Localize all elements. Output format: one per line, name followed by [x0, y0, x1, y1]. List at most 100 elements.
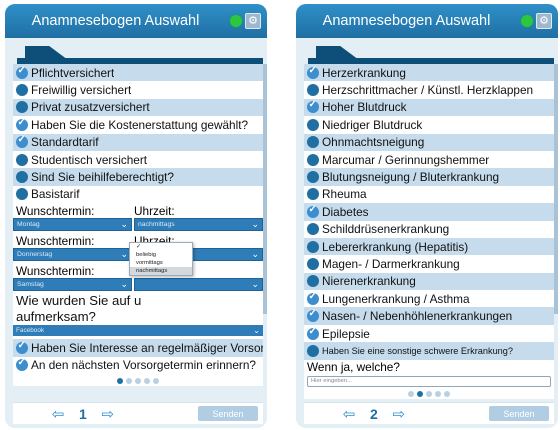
radio-icon[interactable]: [307, 188, 319, 201]
radio-icon[interactable]: [307, 275, 319, 288]
option-label: Privat zusatzversichert: [31, 100, 150, 115]
day-select[interactable]: Montag ⌄: [13, 218, 132, 232]
checkbox-option[interactable]: Freiwillig versichert: [13, 81, 263, 98]
checkbox-option[interactable]: Epilepsie: [304, 325, 554, 342]
option-label: Epilepsie: [322, 326, 370, 341]
wunschtermin-label: Wunschtermin:: [16, 204, 95, 219]
prev-arrow-icon[interactable]: ⇦: [47, 406, 69, 423]
checked-radio-icon[interactable]: [307, 308, 319, 323]
referral-source-select[interactable]: Facebook ⌄: [13, 325, 263, 337]
radio-icon[interactable]: [307, 118, 319, 131]
checked-radio-icon[interactable]: [307, 99, 319, 114]
checkbox-option[interactable]: Studentisch versichert: [13, 151, 263, 168]
nav-footer: ⇦ 1 ⇨ Senden: [13, 402, 263, 424]
option-label: Pflichtversichert: [31, 65, 115, 80]
option-label: Rheuma: [322, 187, 367, 202]
app-header: Anamnesebogen Auswahl ⚙: [296, 4, 558, 38]
wunschtermin-label: Wunschtermin:: [16, 264, 95, 279]
radio-icon[interactable]: [16, 188, 28, 201]
tab-band: [5, 38, 267, 64]
scrollbar[interactable]: [263, 64, 267, 314]
checkbox-option[interactable]: Schilddrüsenerkrankung: [304, 221, 554, 238]
radio-icon[interactable]: [307, 344, 319, 357]
checkbox-option[interactable]: Herzerkrankung: [304, 64, 554, 82]
checkbox-option[interactable]: Marcumar / Gerinnungshemmer: [304, 151, 554, 168]
checkbox-option[interactable]: Hoher Blutdruck: [304, 98, 554, 117]
app-title: Anamnesebogen Auswahl: [322, 13, 491, 29]
send-button[interactable]: Senden: [198, 406, 258, 421]
uhrzeit-label: Uhrzeit:: [134, 204, 175, 219]
radio-icon[interactable]: [307, 257, 319, 270]
status-dot-icon: [521, 15, 533, 27]
checkbox-option[interactable]: Herzschrittmacher / Künstl. Herzklappen: [304, 81, 554, 98]
radio-icon[interactable]: [16, 101, 28, 114]
dropdown-option[interactable]: beliebig: [130, 251, 192, 259]
day-select[interactable]: Donnerstag ⌄: [13, 248, 132, 262]
option-label: Freiwillig versichert: [31, 83, 132, 98]
option-label: Basistarif: [31, 187, 80, 202]
checkbox-option[interactable]: Magen- / Darmerkrankung: [304, 255, 554, 272]
checkbox-option[interactable]: Blutungsneigung / Bluterkrankung: [304, 168, 554, 186]
time-select[interactable]: ⌄: [134, 278, 263, 292]
checkbox-option[interactable]: Nasen- / Nebenhöhlenerkrankungen: [304, 307, 554, 325]
checked-radio-icon[interactable]: [16, 117, 28, 131]
radio-icon[interactable]: [16, 171, 28, 184]
checked-radio-icon[interactable]: [307, 204, 319, 218]
time-dropdown-menu[interactable]: ✓ beliebig vormittags nachmittags: [129, 242, 193, 276]
checked-radio-icon[interactable]: [16, 65, 28, 79]
radio-icon[interactable]: [307, 223, 319, 236]
checkbox-option[interactable]: Standardtarif: [13, 133, 263, 151]
option-label: Standardtarif: [31, 135, 99, 150]
checkbox-option[interactable]: Pflichtversichert: [13, 64, 263, 82]
radio-icon[interactable]: [307, 153, 319, 166]
checked-radio-icon[interactable]: [307, 291, 319, 305]
appointment-labels: Wunschtermin: Uhrzeit:: [13, 203, 263, 218]
checkbox-option[interactable]: Nierenerkrankung: [304, 272, 554, 291]
checkbox-option[interactable]: Haben Sie die Kostenerstattung gewählt?: [13, 116, 263, 133]
checkbox-option[interactable]: An den nächsten Vorsorgetermin erinnern?: [13, 357, 263, 374]
checkbox-option[interactable]: Ohnmachtsneigung: [304, 133, 554, 151]
option-label: Blutungsneigung / Bluterkrankung: [322, 170, 500, 185]
appointment-selects: Montag ⌄ nachmittags ⌄: [13, 218, 263, 232]
checkbox-option[interactable]: Diabetes: [304, 203, 554, 221]
radio-icon[interactable]: [307, 171, 319, 184]
prev-arrow-icon[interactable]: ⇦: [338, 406, 360, 423]
checkbox-option[interactable]: Sind Sie beihilfeberechtigt?: [13, 168, 263, 186]
form-content: Herzerkrankung Herzschrittmacher / Künstl…: [304, 64, 554, 399]
option-label: Niedriger Blutdruck: [322, 117, 423, 132]
page-indicator: [304, 390, 554, 399]
dropdown-option[interactable]: nachmittags: [130, 267, 192, 275]
next-arrow-icon[interactable]: ⇨: [388, 406, 410, 423]
radio-icon[interactable]: [307, 84, 319, 97]
send-button[interactable]: Senden: [489, 406, 549, 421]
checkbox-option[interactable]: Niedriger Blutdruck: [304, 116, 554, 133]
checkbox-option[interactable]: Lungenerkrankung / Asthma: [304, 290, 554, 307]
radio-icon[interactable]: [307, 136, 319, 149]
screen-medical-history: Anamnesebogen Auswahl ⚙ HerzerkrankungHe…: [296, 4, 558, 428]
settings-gear-icon[interactable]: ⚙: [536, 13, 552, 29]
radio-icon[interactable]: [16, 153, 28, 166]
checked-radio-icon[interactable]: [307, 326, 319, 340]
option-label: An den nächsten Vorsorgetermin erinnern?: [31, 358, 256, 373]
checked-radio-icon[interactable]: [16, 357, 28, 372]
settings-gear-icon[interactable]: ⚙: [245, 13, 261, 29]
checkbox-option[interactable]: Rheuma: [304, 186, 554, 203]
radio-icon[interactable]: [16, 84, 28, 97]
day-select[interactable]: Samstag ⌄: [13, 278, 132, 292]
checkbox-option[interactable]: Lebererkrankung (Hepatitis): [304, 237, 554, 256]
checked-radio-icon[interactable]: [16, 134, 28, 149]
option-label: Marcumar / Gerinnungshemmer: [322, 152, 490, 167]
time-select[interactable]: nachmittags⌄: [134, 218, 263, 232]
checked-radio-icon[interactable]: [307, 65, 319, 79]
radio-icon[interactable]: [307, 240, 319, 253]
followup-input[interactable]: Hier eingeben...: [307, 375, 551, 387]
checkbox-option[interactable]: Haben Sie Interesse an regelmäßiger Vors…: [13, 339, 263, 357]
checkbox-option[interactable]: Privat zusatzversichert: [13, 98, 263, 117]
checkbox-option[interactable]: Haben Sie eine sonstige schwere Erkranku…: [304, 342, 554, 360]
option-label: Studentisch versichert: [31, 152, 148, 167]
checkbox-option[interactable]: Basistarif: [13, 186, 263, 203]
next-arrow-icon[interactable]: ⇨: [97, 406, 119, 423]
checked-radio-icon[interactable]: [16, 340, 28, 354]
scrollbar[interactable]: [554, 64, 558, 314]
dropdown-option[interactable]: vormittags: [130, 259, 192, 267]
